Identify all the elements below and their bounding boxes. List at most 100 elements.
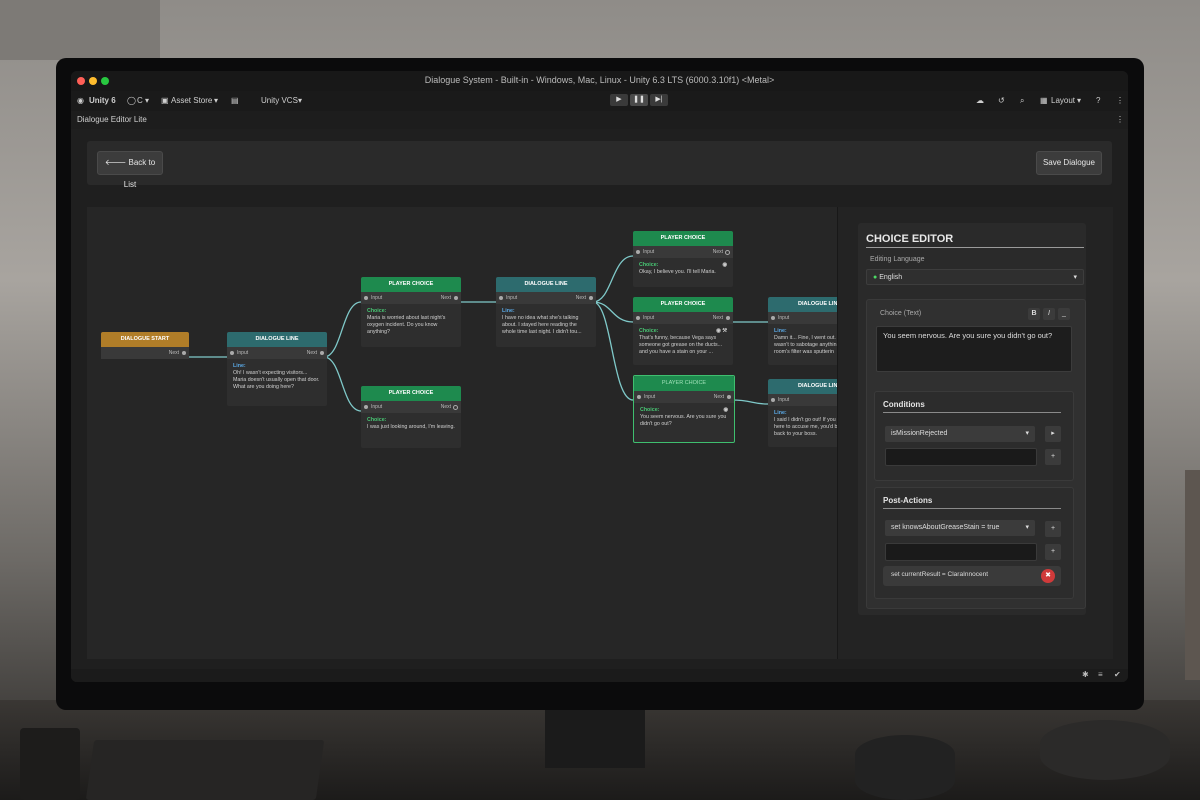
background-object — [1185, 470, 1200, 680]
desk-object — [855, 735, 955, 800]
next-port[interactable] — [725, 250, 730, 255]
node-title: PLAYER CHOICE — [634, 376, 734, 391]
input-port[interactable] — [771, 398, 775, 402]
italic-button[interactable]: I — [1043, 308, 1055, 320]
search-icon[interactable]: ⌕ — [1020, 96, 1024, 106]
chevron-down-icon: ▾ — [1077, 96, 1082, 105]
package-icon[interactable]: ▤ — [231, 96, 239, 105]
next-port-label: Next — [168, 350, 179, 356]
choice-label: Choice: ◉ — [639, 262, 727, 269]
new-action-field[interactable] — [885, 543, 1037, 561]
next-port[interactable] — [727, 395, 731, 399]
title-bar: Dialogue System - Built-in - Windows, Ma… — [71, 71, 1128, 91]
dialogue-line-node[interactable]: DIALOGUE LINE Input Next Line: I have no… — [496, 277, 596, 347]
node-ports: Input — [768, 312, 848, 324]
add-condition-button[interactable]: + — [1045, 449, 1061, 465]
choice-text-input[interactable]: You seem nervous. Are you sure you didn'… — [876, 326, 1072, 372]
input-port[interactable] — [364, 296, 368, 300]
condition-dropdown[interactable]: isMissionRejected ▾ — [885, 426, 1035, 442]
new-condition-field[interactable] — [885, 448, 1037, 466]
vcs-button[interactable]: Unity VCS — [261, 96, 298, 105]
action-item: set currentResult = ClaraInnocent ✖ — [883, 566, 1061, 586]
input-port[interactable] — [230, 351, 234, 355]
input-port[interactable] — [364, 405, 368, 409]
add-action-button[interactable]: + — [1045, 521, 1061, 537]
node-title: DIALOGUE LINE — [768, 297, 848, 312]
post-actions-group: Post-Actions set knowsAboutGreaseStain =… — [874, 487, 1074, 599]
choice-label: Choice: — [367, 417, 387, 423]
unity-version-button[interactable]: Unity 6 — [89, 96, 116, 105]
next-port-label: Next — [712, 249, 723, 255]
account-button[interactable]: C — [137, 96, 143, 105]
chevron-down-icon: ▾ — [145, 96, 150, 105]
player-choice-node-selected[interactable]: PLAYER CHOICE Input Next Choice: ◉ You se… — [633, 375, 735, 443]
input-port[interactable] — [636, 316, 640, 320]
next-port[interactable] — [726, 316, 730, 320]
player-choice-node[interactable]: PLAYER CHOICE Input Next Choice: I was j… — [361, 386, 461, 448]
check-circle-icon[interactable]: ✔ — [1114, 670, 1121, 679]
eye-icon[interactable]: ◉ ⚒ — [716, 328, 727, 335]
cloud-icon[interactable]: ☁ — [976, 96, 984, 105]
asset-store-button[interactable]: Asset Store — [171, 96, 212, 105]
history-icon[interactable]: ↺ — [998, 96, 1005, 105]
more-icon[interactable]: ⋮ — [1116, 96, 1124, 105]
remove-action-button[interactable]: ✖ — [1041, 569, 1055, 583]
dialogue-line-node[interactable]: DIALOGUE LINE Input Line: I said I didn'… — [768, 379, 848, 447]
next-port-label: Next — [306, 350, 317, 356]
back-to-list-button[interactable]: 🡐 Back to List — [97, 151, 163, 189]
save-dialogue-button[interactable]: Save Dialogue — [1036, 151, 1102, 175]
step-button[interactable]: ▶| — [650, 94, 668, 106]
bold-button[interactable]: B — [1028, 308, 1040, 320]
eye-icon[interactable]: ◉ — [723, 407, 728, 414]
node-graph-canvas[interactable]: DIALOGUE START Next DIALOGUE LINE Input … — [87, 207, 848, 659]
next-port[interactable] — [589, 296, 593, 300]
node-ports: Input Next — [634, 391, 734, 403]
dialogue-line-node[interactable]: DIALOGUE LINE Input Line: Damn it... Fin… — [768, 297, 848, 365]
pause-button[interactable]: ❚❚ — [630, 94, 648, 106]
add-action-button[interactable]: + — [1045, 544, 1061, 560]
dialogue-start-node[interactable]: DIALOGUE START Next — [101, 332, 189, 359]
player-choice-node[interactable]: PLAYER CHOICE Input Next Choice: ◉ Okay, … — [633, 231, 733, 287]
layout-dropdown[interactable]: Layout — [1051, 96, 1075, 105]
dialogue-line-node[interactable]: DIALOGUE LINE Input Next Line: Oh! I was… — [227, 332, 327, 406]
node-ports: Input Next — [227, 347, 327, 359]
conditions-group: Conditions isMissionRejected ▾ ▸ + — [874, 391, 1074, 481]
input-port[interactable] — [499, 296, 503, 300]
desk-object — [1040, 720, 1170, 780]
play-button[interactable]: ▶ — [610, 94, 628, 106]
input-port-label: Input — [778, 315, 790, 321]
connection-line1-choice2 — [323, 356, 362, 412]
input-port[interactable] — [636, 250, 640, 254]
action-dropdown[interactable]: set knowsAboutGreaseStain = true ▾ — [885, 520, 1035, 536]
node-body: Choice: ◉ ⚒ That's funny, because Vega sa… — [633, 324, 733, 360]
condition-expand-button[interactable]: ▸ — [1045, 426, 1061, 442]
input-port[interactable] — [637, 395, 641, 399]
choice-text: That's funny, because Vega says someone … — [639, 335, 723, 355]
next-port[interactable] — [454, 296, 458, 300]
account-icon[interactable]: ◯ — [127, 96, 136, 105]
language-dropdown[interactable]: ● English ▾ — [866, 269, 1084, 285]
post-actions-title: Post-Actions — [883, 496, 933, 505]
help-icon[interactable]: ? — [1096, 96, 1100, 105]
next-port[interactable] — [453, 405, 458, 410]
language-label: Editing Language — [870, 256, 925, 263]
node-ports: Input — [768, 394, 848, 406]
next-port[interactable] — [320, 351, 324, 355]
node-body: Line: Damn it... Fine, I went out. wasn'… — [768, 324, 848, 360]
player-choice-node[interactable]: PLAYER CHOICE Input Next Choice: Maria i… — [361, 277, 461, 347]
eye-icon[interactable]: ◉ — [722, 262, 727, 269]
database-icon[interactable]: ≡ — [1098, 670, 1103, 679]
player-choice-node[interactable]: PLAYER CHOICE Input Next Choice: ◉ ⚒ That… — [633, 297, 733, 365]
chevron-down-icon: ▾ — [298, 96, 303, 105]
node-body: Line: Oh! I wasn't expecting visitors...… — [227, 359, 327, 395]
bug-icon[interactable]: ✱ — [1082, 670, 1089, 679]
node-body: Line: I have no idea what she's talking … — [496, 304, 596, 340]
node-ports: Input Next — [361, 401, 461, 413]
input-port[interactable] — [771, 316, 775, 320]
status-bar: ✱ ≡ ✔ — [71, 669, 1128, 682]
tab-dialogue-editor[interactable]: Dialogue Editor Lite — [77, 115, 147, 124]
underline-button[interactable]: _ — [1058, 308, 1070, 320]
next-port[interactable] — [182, 351, 186, 355]
node-body: Choice: Maria is worried about last nigh… — [361, 304, 461, 340]
tab-more-icon[interactable]: ⋮ — [1116, 115, 1124, 124]
